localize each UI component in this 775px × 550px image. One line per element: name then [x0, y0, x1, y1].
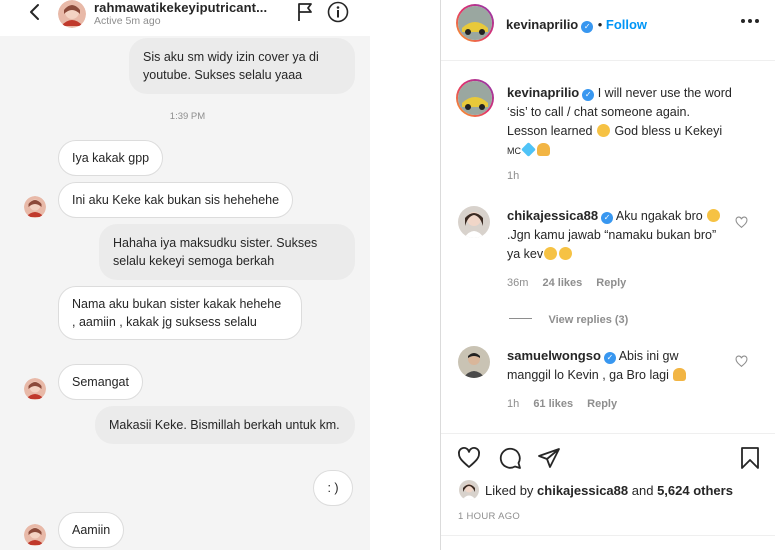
avatar [24, 524, 46, 546]
laughing-emoji-icon [544, 247, 558, 260]
comment-username[interactable]: samuelwongso [507, 348, 601, 363]
liked-by-user[interactable]: chikajessica88 [537, 483, 628, 498]
praying-hands-emoji-icon [537, 143, 550, 156]
comment-likes[interactable]: 61 likes [533, 398, 573, 410]
caption-time: 1h [507, 170, 520, 182]
flag-icon[interactable] [296, 2, 314, 22]
view-replies-line [509, 318, 532, 320]
message-incoming: Iya kakak gpp [58, 140, 164, 176]
back-arrow-icon[interactable] [26, 2, 44, 22]
follow-button[interactable]: Follow [606, 17, 647, 32]
liked-by-and: and [631, 483, 654, 498]
comment-text: Aku ngakak bro [615, 209, 703, 223]
like-comment-heart-icon[interactable] [735, 216, 748, 229]
message-incoming: Nama aku bukan sister kakak hehehe , aam… [58, 286, 302, 340]
comment-avatar[interactable] [458, 346, 490, 378]
comment-icon[interactable] [498, 446, 522, 470]
caption-author-avatar[interactable] [456, 79, 494, 117]
divider [440, 0, 441, 550]
view-replies[interactable]: View replies (3) [509, 310, 628, 328]
caption-mc: MC [507, 146, 521, 156]
message-incoming: Ini aku Keke kak bukan sis hehehehe [58, 182, 294, 218]
message-incoming: Semangat [58, 364, 143, 400]
comment-time: 1h [507, 398, 520, 410]
reply-button[interactable]: Reply [587, 398, 617, 410]
post-caption: kevinaprilio ✓ I will never use the word … [507, 83, 732, 161]
dm-active-status: Active 5m ago [94, 15, 161, 27]
laughing-emoji-icon [596, 124, 610, 137]
comment-likes[interactable]: 24 likes [542, 277, 582, 289]
comment-avatar[interactable] [458, 206, 490, 238]
dm-header: rahmawatikekeyiputricant... Active 5m ag… [0, 0, 370, 36]
caption-text-2: God bless u Kekeyi [614, 124, 723, 138]
comment-time: 36m [507, 277, 529, 289]
liked-by-avatar[interactable] [459, 480, 479, 500]
comment: chikajessica88 ✓ Aku ngakak bro .Jgn kamu… [507, 206, 727, 264]
header-divider [441, 60, 775, 61]
caption-username[interactable]: kevinaprilio [507, 85, 579, 100]
avatar [24, 196, 46, 218]
verified-badge-icon: ✓ [601, 212, 614, 224]
separator-dot: • [597, 17, 606, 32]
message-outgoing: Hahaha iya maksudku sister. Sukses selal… [99, 224, 355, 280]
message-outgoing: Makasii Keke. Bismillah berkah untuk km. [95, 406, 355, 444]
like-comment-heart-icon[interactable] [735, 355, 748, 368]
avatar [24, 378, 46, 400]
info-icon[interactable] [327, 1, 349, 23]
message-outgoing: Sis aku sm widy izin cover ya di youtube… [129, 38, 355, 94]
verified-badge-icon: ✓ [582, 89, 595, 101]
bottom-divider [441, 535, 775, 536]
comment-meta: 1h 61 likes Reply [507, 398, 617, 410]
post-timestamp[interactable]: 1 HOUR AGO [458, 511, 520, 522]
comment-meta: 36m 24 likes Reply [507, 277, 626, 289]
like-heart-icon[interactable] [457, 446, 481, 470]
save-bookmark-icon[interactable] [738, 446, 762, 470]
verified-badge-icon: ✓ [603, 352, 616, 364]
avatar[interactable] [58, 0, 86, 28]
author-avatar[interactable] [456, 4, 494, 42]
more-horizontal-icon[interactable] [740, 18, 760, 24]
post-author-username[interactable]: kevinaprilio [506, 17, 578, 32]
dm-screenshot: rahmawatikekeyiputricant... Active 5m ag… [0, 0, 370, 550]
comment-username[interactable]: chikajessica88 [507, 208, 598, 223]
actions-divider [441, 433, 775, 434]
diamond-emoji-icon [521, 142, 536, 157]
laughing-emoji-icon [707, 209, 721, 222]
comment: samuelwongso ✓ Abis ini gw manggil lo Kev… [507, 346, 722, 385]
liked-by: Liked by chikajessica88 and 5,624 others [485, 483, 733, 498]
share-icon[interactable] [537, 446, 561, 470]
laughing-emoji-icon [559, 247, 573, 260]
verified-badge-icon: ✓ [581, 21, 594, 33]
dm-username[interactable]: rahmawatikekeyiputricant... [94, 0, 267, 15]
message-incoming: : ) [313, 470, 353, 506]
comment-text-2: .Jgn kamu jawab “namaku bukan bro” ya ke… [507, 228, 717, 261]
message-incoming: Aamiin [58, 512, 125, 548]
liked-by-prefix: Liked by [485, 483, 534, 498]
reply-button[interactable]: Reply [596, 277, 626, 289]
view-replies-label[interactable]: View replies (3) [548, 314, 628, 326]
liked-by-others[interactable]: 5,624 others [657, 483, 733, 498]
message-timestamp: 1:39 PM [169, 111, 206, 122]
praying-hands-emoji-icon [673, 368, 687, 381]
